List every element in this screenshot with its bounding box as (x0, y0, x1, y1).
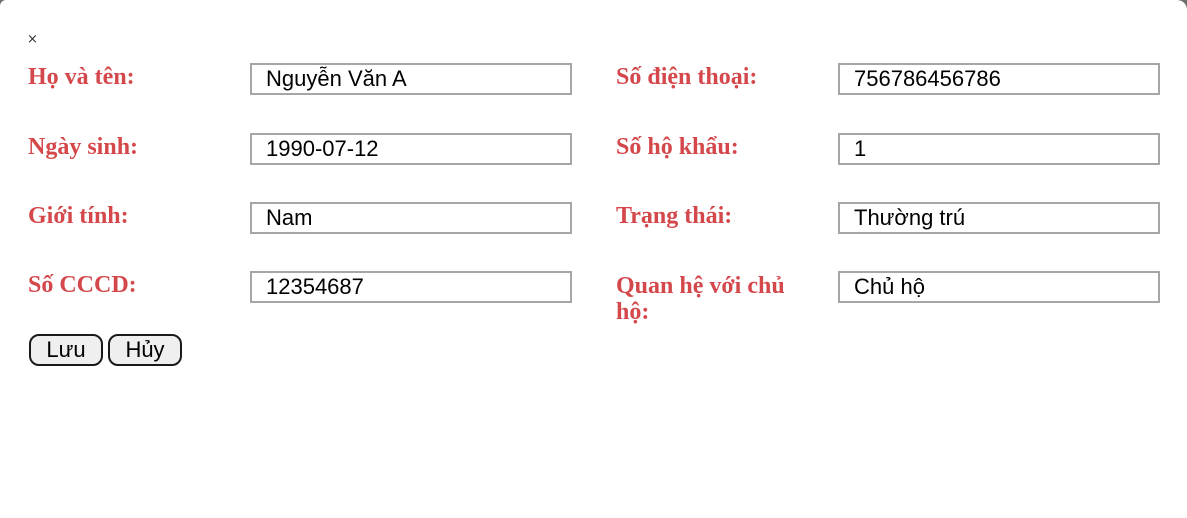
gender-label: Giới tính: (28, 203, 129, 229)
date-of-birth-label: Ngày sinh: (28, 134, 139, 160)
full-name-input[interactable] (250, 63, 572, 95)
gender-input[interactable] (250, 202, 572, 234)
date-of-birth-input[interactable] (250, 133, 572, 165)
residence-status-label: Trạng thái: (616, 203, 733, 229)
household-number-label: Số hộ khẩu: (616, 134, 739, 160)
phone-input[interactable] (838, 63, 1160, 95)
relationship-input[interactable] (838, 271, 1160, 303)
full-name-label: Họ và tên: (28, 64, 135, 90)
edit-member-dialog: × Họ và tên: Ngày sinh: Giới tính: Số CC… (0, 0, 1187, 518)
cancel-button[interactable]: Hủy (108, 334, 182, 366)
citizen-id-input[interactable] (250, 271, 572, 303)
relationship-label: Quan hệ với chủ hộ: (616, 273, 785, 325)
phone-label: Số điện thoại: (616, 64, 758, 90)
residence-status-input[interactable] (838, 202, 1160, 234)
citizen-id-label: Số CCCD: (28, 272, 137, 298)
save-button[interactable]: Lưu (29, 334, 103, 366)
close-icon[interactable]: × (27, 33, 39, 47)
household-number-input[interactable] (838, 133, 1160, 165)
